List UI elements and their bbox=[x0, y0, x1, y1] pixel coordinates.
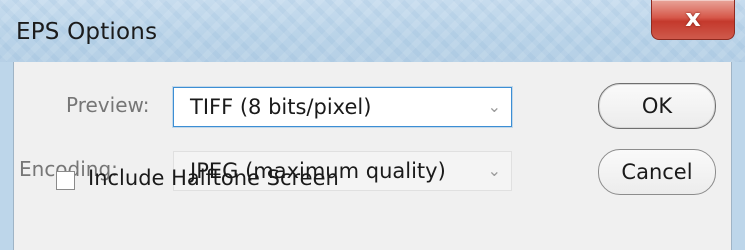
halftone-checkbox-label[interactable]: Include Halftone Screen bbox=[88, 166, 339, 190]
preview-label: Preview: bbox=[66, 93, 150, 117]
halftone-checkbox[interactable] bbox=[56, 171, 75, 190]
eps-options-dialog: EPS Options x Preview: TIFF (8 bits/pixe… bbox=[0, 0, 745, 250]
close-icon: x bbox=[685, 4, 701, 32]
dialog-body: Preview: TIFF (8 bits/pixel) ⌄ Encoding:… bbox=[13, 62, 732, 250]
title-bar[interactable]: EPS Options x bbox=[0, 0, 745, 62]
close-button[interactable]: x bbox=[651, 0, 735, 40]
ok-button[interactable]: OK bbox=[598, 83, 716, 129]
preview-selected-value: TIFF (8 bits/pixel) bbox=[190, 95, 372, 119]
cancel-button[interactable]: Cancel bbox=[598, 149, 716, 195]
dialog-title: EPS Options bbox=[16, 19, 158, 45]
preview-dropdown[interactable]: TIFF (8 bits/pixel) ⌄ bbox=[173, 87, 512, 127]
chevron-down-icon: ⌄ bbox=[487, 161, 501, 180]
chevron-down-icon: ⌄ bbox=[487, 97, 501, 116]
